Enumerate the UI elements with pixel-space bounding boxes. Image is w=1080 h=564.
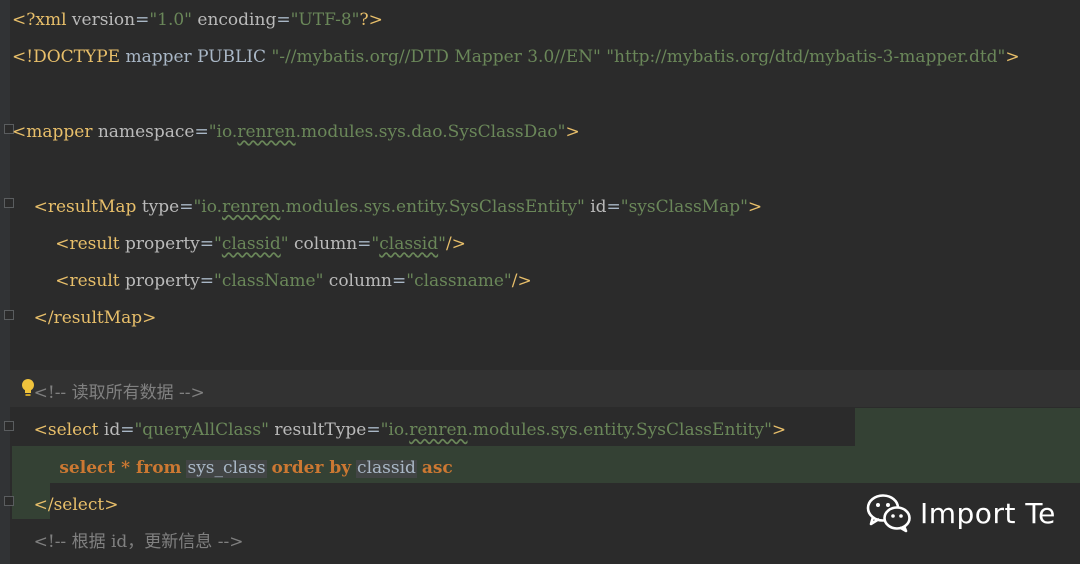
token: "className" — [214, 271, 324, 292]
token: = — [179, 196, 194, 217]
token: > — [747, 196, 763, 217]
token: "http://mybatis.org/dtd/mybatis-3-mapper… — [606, 47, 1006, 68]
token: sys_class — [187, 457, 266, 478]
token: renren — [409, 420, 468, 441]
token: renren — [222, 196, 281, 217]
token: "classname" — [406, 271, 512, 292]
token: = — [606, 196, 621, 217]
token: /> — [445, 233, 466, 254]
token: = — [135, 10, 150, 30]
token: /> — [511, 271, 532, 292]
token: id — [590, 196, 607, 217]
selection-highlight-right — [855, 408, 1080, 446]
token: version — [71, 10, 136, 30]
wechat-icon — [866, 494, 911, 533]
token: <!-- 读取所有数据 --> — [12, 383, 205, 403]
editor-gutter — [0, 0, 10, 564]
token: > — [1005, 47, 1020, 68]
token: "queryAllClass" — [134, 420, 269, 441]
code-text: <result property="className" column="cla… — [12, 263, 532, 300]
token: = — [199, 233, 215, 254]
token: column — [293, 233, 358, 254]
code-text: select * from sys_class order by classid… — [12, 450, 453, 487]
code-text: <select id="queryAllClass" resultType="i… — [12, 412, 787, 449]
token: "1.0" — [149, 10, 192, 30]
token: <resultMap — [12, 196, 142, 217]
token: <mapper — [12, 121, 98, 142]
token: "UTF-8" — [290, 10, 360, 30]
token: "-//mybatis.org//DTD Mapper 3.0//EN" — [271, 47, 601, 68]
token: = — [120, 420, 135, 441]
token: = — [276, 10, 291, 30]
watermark: Import Te — [866, 490, 1056, 536]
token: namespace — [97, 121, 195, 142]
token: order by — [265, 457, 358, 478]
token: > — [565, 121, 580, 142]
token: > — [771, 420, 787, 441]
token: = — [392, 271, 407, 292]
code-text: <result property="classid" column="class… — [12, 226, 466, 263]
token: </select> — [12, 494, 119, 515]
token: id — [103, 420, 121, 441]
token: = — [199, 271, 215, 292]
token: renren — [237, 121, 296, 142]
token: <result — [12, 233, 126, 254]
token: <select — [12, 420, 104, 441]
token: classid — [221, 233, 281, 254]
code-text: <mapper namespace="io.renren.modules.sys… — [12, 114, 580, 151]
token: = — [357, 233, 372, 254]
token: "io. — [208, 121, 238, 142]
code-text: </select> — [12, 487, 119, 524]
token: .modules.sys.entity.SysClassEntity" — [280, 196, 585, 217]
token: <?xml — [12, 10, 72, 30]
token: select * from — [12, 457, 188, 478]
token: "sysClassMap" — [620, 196, 748, 217]
token: " — [280, 233, 289, 254]
code-text: </resultMap> — [12, 300, 157, 337]
code-text: <resultMap type="io.renren.modules.sys.e… — [12, 189, 763, 226]
token: encoding — [197, 10, 277, 30]
token: .modules.sys.dao.SysClassDao" — [295, 121, 566, 142]
token: mapper PUBLIC — [125, 47, 272, 68]
token: asc — [415, 457, 453, 478]
token: property — [125, 233, 200, 254]
code-text: <!-- 根据 id，更新信息 --> — [12, 524, 244, 561]
token: .modules.sys.entity.SysClassEntity" — [467, 420, 772, 441]
token: <!-- 根据 id，更新信息 --> — [12, 532, 244, 553]
token: property — [125, 271, 200, 292]
code-editor[interactable]: <?xml version="1.0" encoding="UTF-8"?> <!… — [0, 0, 1080, 564]
watermark-text: Import Te — [920, 496, 1056, 530]
token: classid — [357, 457, 416, 478]
token: <!DOCTYPE — [12, 47, 126, 68]
token: " — [438, 233, 446, 254]
token: </resultMap> — [12, 308, 157, 329]
token: = — [366, 420, 381, 441]
token: "io. — [380, 420, 410, 441]
token: classid — [379, 233, 439, 254]
code-text: <!-- 读取所有数据 --> — [12, 375, 205, 412]
token: resultType — [274, 420, 367, 441]
token: " — [214, 233, 222, 254]
code-text: <!DOCTYPE mapper PUBLIC "-//mybatis.org/… — [12, 39, 1020, 76]
code-text: <?xml version="1.0" encoding="UTF-8"?> — [12, 2, 383, 39]
token: type — [141, 196, 180, 217]
token: ?> — [359, 10, 383, 30]
token: <result — [12, 271, 126, 292]
token: = — [194, 121, 209, 142]
token: column — [328, 271, 393, 292]
token: "io. — [193, 196, 223, 217]
